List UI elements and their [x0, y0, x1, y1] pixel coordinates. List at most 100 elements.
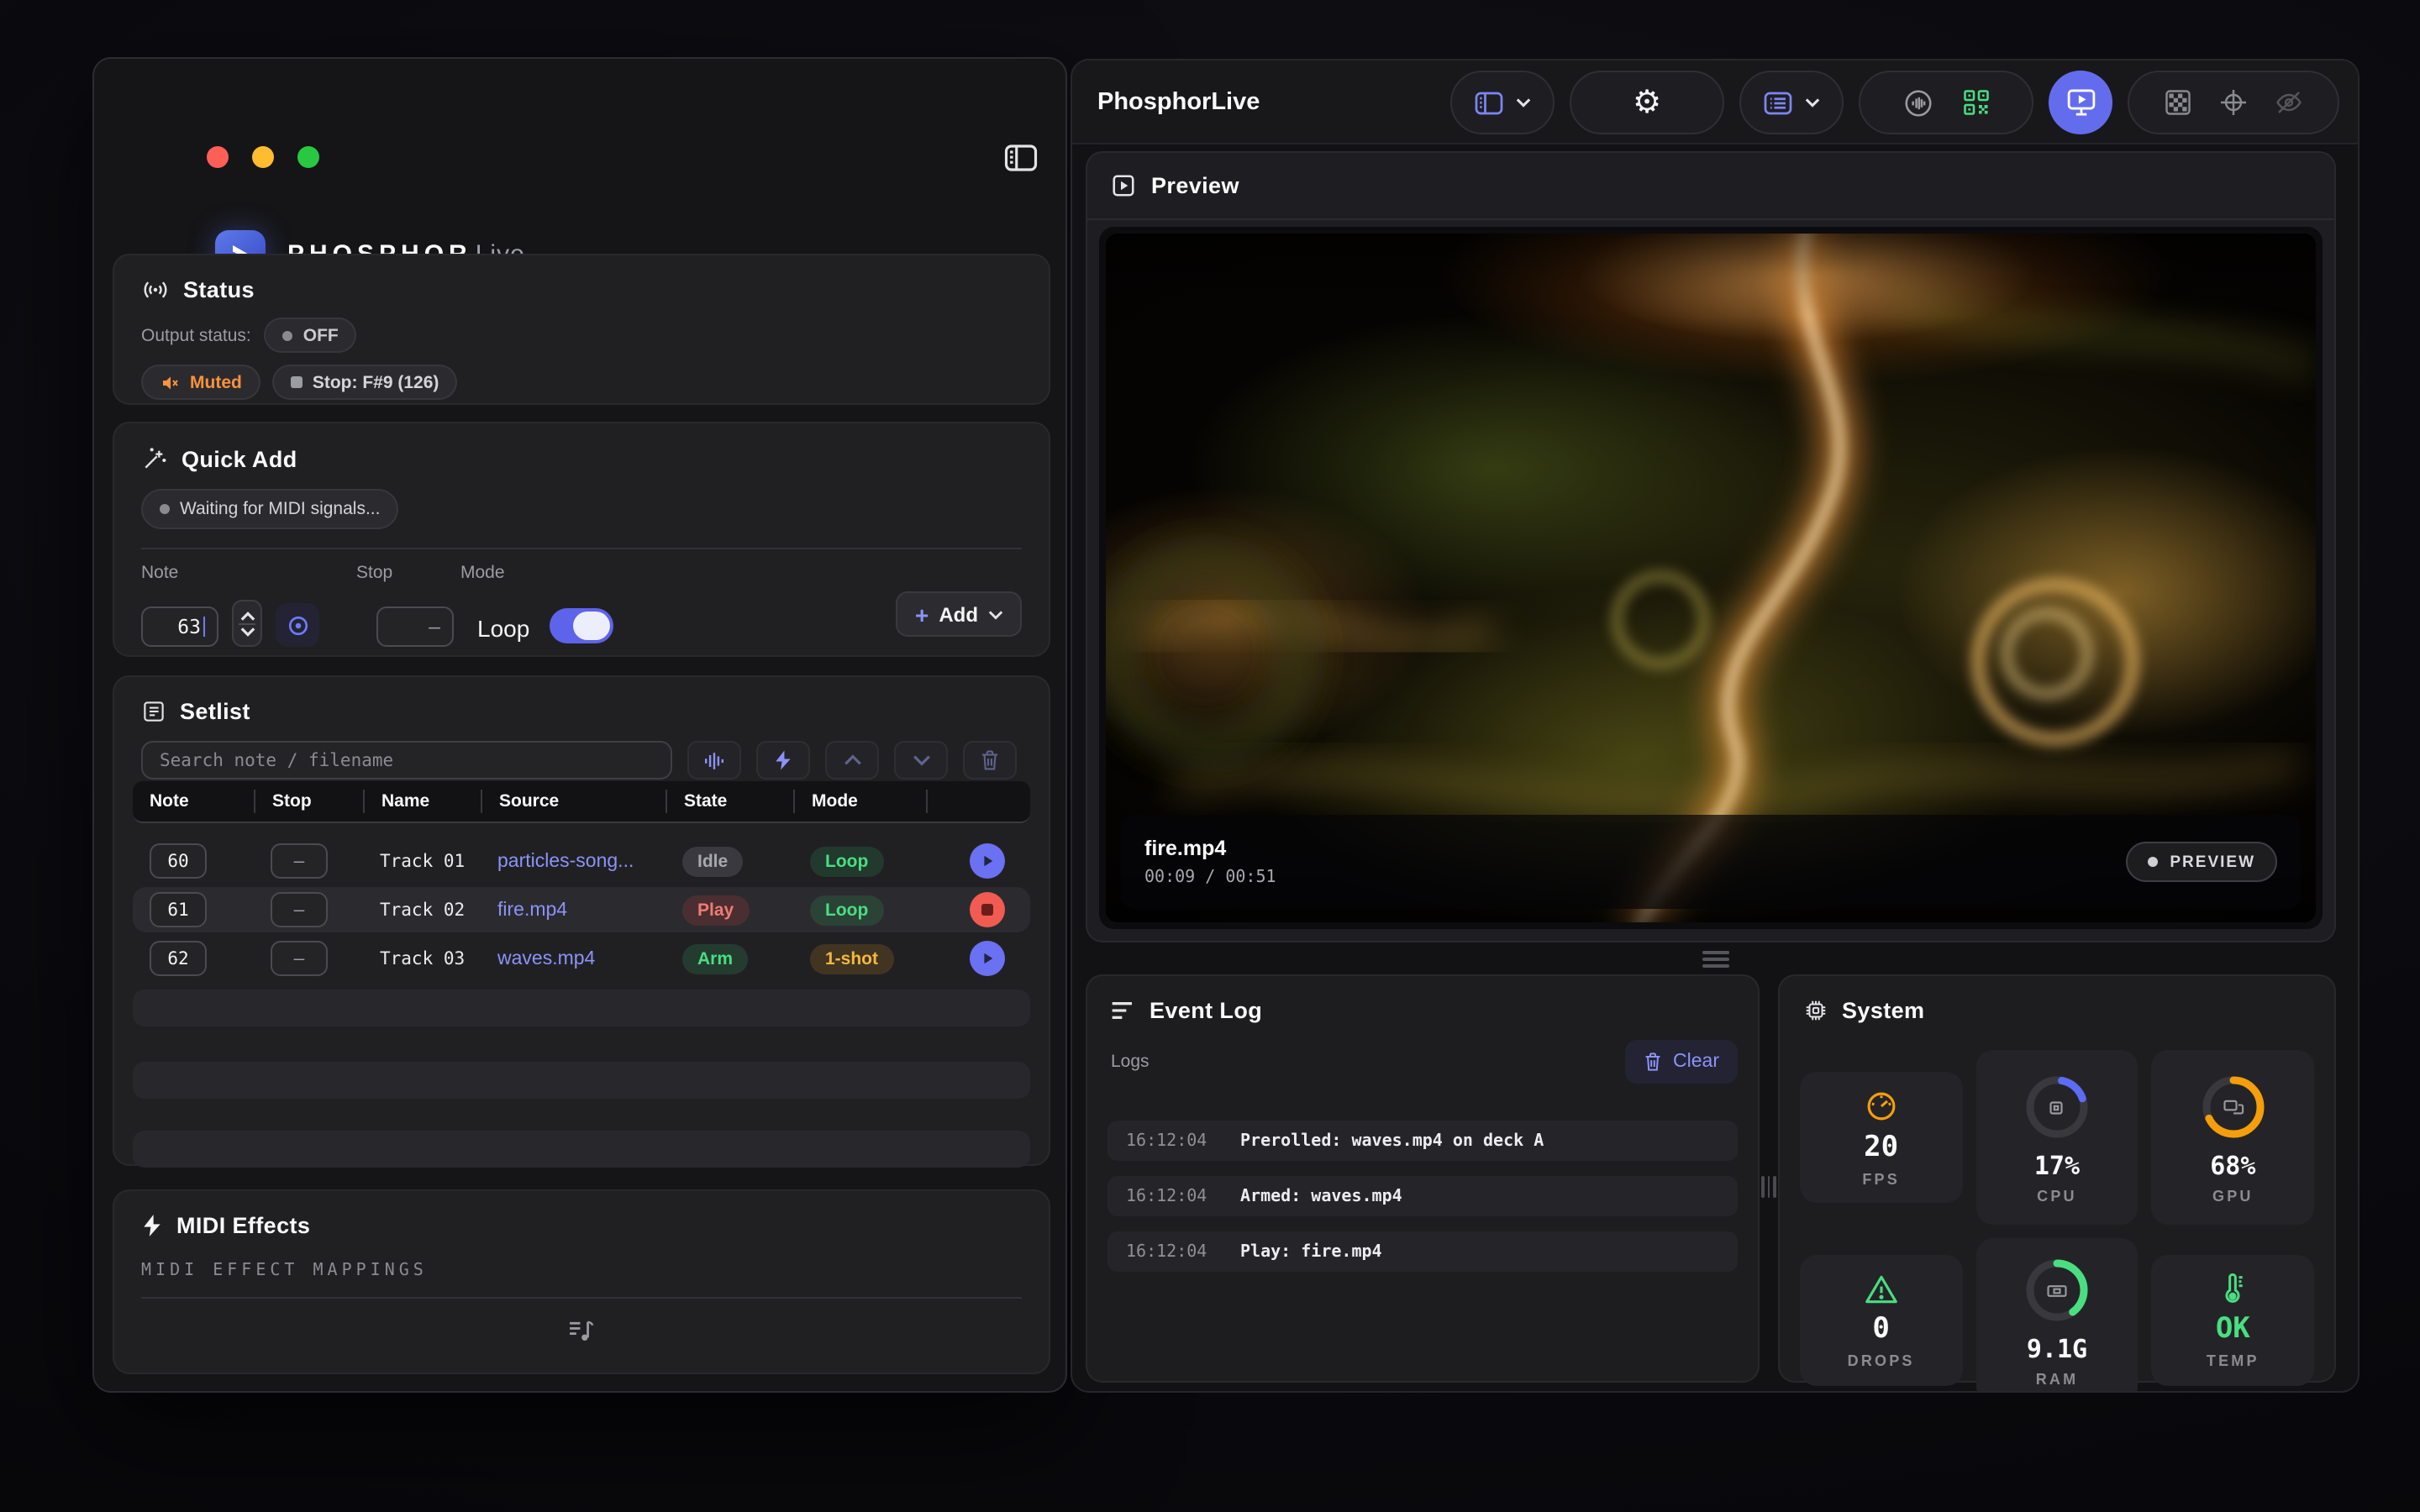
row-source-link[interactable]: waves.mp4 — [497, 948, 595, 969]
setlist-title: Setlist — [180, 699, 250, 724]
waveform-button[interactable] — [687, 741, 741, 780]
muted-badge: Muted — [141, 365, 260, 400]
app-title: PhosphorLive — [1097, 60, 1260, 144]
add-button[interactable]: + Add — [897, 591, 1022, 637]
move-down-button[interactable] — [894, 741, 948, 780]
empty-slot — [133, 1062, 1030, 1099]
clear-button-label: Clear — [1673, 1052, 1719, 1072]
log-time: 16:12:04 — [1126, 1242, 1240, 1261]
window-traffic-lights — [207, 146, 319, 168]
row-source-link[interactable]: particles-song... — [497, 851, 634, 871]
stat-tile-gpu: 68% GPU — [2152, 1050, 2314, 1225]
display-options-group — [2128, 71, 2339, 134]
chevron-down-icon — [1516, 97, 1531, 108]
clear-logs-button[interactable]: Clear — [1624, 1040, 1738, 1084]
video-surface[interactable]: fire.mp4 00:09 / 00:51 PREVIEW — [1106, 234, 2316, 922]
note-field-label: Note — [141, 563, 269, 583]
toolbar: ⚙ — [1450, 71, 2339, 134]
eye-off-icon — [2274, 87, 2304, 118]
setlist-row[interactable]: 60 – Track 01 particles-song... Idle Loo… — [133, 838, 1030, 884]
divider — [141, 548, 1022, 549]
trash-icon — [1643, 1052, 1661, 1072]
midi-learn-button[interactable] — [276, 603, 319, 647]
stat-tile-ram: 9.1G RAM — [1975, 1238, 2138, 1393]
crosshair-button[interactable] — [2218, 87, 2249, 118]
stat-value: 9.1G — [2027, 1334, 2087, 1364]
monitor-group — [1859, 71, 2033, 134]
crosshair-icon — [2218, 87, 2249, 118]
event-log-panel: Event Log Logs Clear 16:12:04 Prerolled:… — [1086, 974, 1760, 1383]
row-note-button[interactable]: 62 — [150, 941, 207, 976]
close-button[interactable] — [207, 146, 229, 168]
setlist-row[interactable]: 62 – Track 03 waves.mp4 Arm 1-shot — [133, 936, 1030, 981]
sidebar-toggle-icon[interactable] — [1003, 143, 1039, 173]
titlebar: PhosphorLive ⚙ — [1072, 60, 2358, 144]
loop-mode-toggle[interactable] — [550, 608, 613, 643]
horizontal-resize-handle[interactable] — [1702, 951, 1728, 967]
row-note-button[interactable]: 61 — [150, 892, 207, 927]
system-panel: System 20 FPS — [1778, 974, 2336, 1383]
log-time: 16:12:04 — [1126, 1131, 1240, 1150]
row-stop-button[interactable]: – — [271, 892, 328, 927]
plus-icon: + — [915, 602, 929, 626]
settings-button[interactable]: ⚙ — [1570, 71, 1724, 134]
column-source: Source — [481, 790, 666, 813]
row-stop-playback-button[interactable] — [969, 892, 1004, 927]
play-icon — [979, 853, 994, 869]
video-frame: fire.mp4 00:09 / 00:51 PREVIEW — [1099, 227, 2323, 929]
midi-effects-card: MIDI Effects MIDI EFFECT MAPPINGS — [113, 1189, 1050, 1374]
mode-badge: Loop — [810, 846, 883, 876]
stop-input-value: – — [429, 615, 440, 638]
note-stepper[interactable] — [232, 600, 262, 647]
row-play-button[interactable] — [969, 941, 1004, 976]
audio-monitor-button[interactable] — [1902, 87, 1933, 118]
move-up-button[interactable] — [825, 741, 879, 780]
video-filename: fire.mp4 — [1144, 837, 1276, 860]
scenes-menu-button[interactable] — [1739, 71, 1844, 134]
stat-tile-temp: OK TEMP — [2152, 1255, 2314, 1386]
chevron-down-icon — [1805, 97, 1820, 108]
column-stop: Stop — [254, 790, 363, 813]
speaker-muted-icon — [160, 372, 180, 392]
cpu-chip-icon — [1803, 998, 1828, 1023]
row-play-button[interactable] — [969, 843, 1004, 879]
search-input[interactable] — [141, 741, 672, 780]
blackout-button[interactable] — [2274, 87, 2304, 118]
stop-input[interactable]: – — [376, 606, 454, 647]
stat-value: OK — [2216, 1312, 2250, 1346]
setlist-row-active[interactable]: 61 – Track 02 fire.mp4 Play Loop — [133, 887, 1030, 932]
state-badge: Arm — [682, 943, 748, 974]
layout-menu-button[interactable] — [1450, 71, 1555, 134]
monitor-play-icon — [2065, 87, 2096, 118]
state-badge: Play — [682, 895, 749, 925]
row-stop-button[interactable]: – — [271, 941, 328, 976]
qr-code-button[interactable] — [1960, 87, 1991, 118]
mode-badge: Loop — [810, 895, 883, 925]
stat-tile-drops: 0 DROPS — [1800, 1255, 1962, 1386]
delete-button[interactable] — [963, 741, 1017, 780]
audio-circle-icon — [1902, 87, 1933, 118]
vertical-resize-handle[interactable] — [1761, 1176, 1776, 1198]
chevron-down-icon — [988, 609, 1003, 619]
row-stop-button[interactable]: – — [271, 843, 328, 879]
row-source-link[interactable]: fire.mp4 — [497, 900, 567, 920]
note-input[interactable]: 63 — [141, 606, 218, 647]
desktop: PHOSPHORLive Status Output status: OFF — [0, 0, 2420, 1512]
mode-badge: 1-shot — [810, 943, 893, 974]
row-note-button[interactable]: 60 — [150, 843, 207, 879]
minimize-button[interactable] — [252, 146, 274, 168]
log-message: Armed: waves.mp4 — [1240, 1187, 1402, 1205]
zoom-button[interactable] — [297, 146, 319, 168]
music-queue-icon — [567, 1315, 596, 1344]
stepper-down-icon — [239, 626, 255, 636]
lightning-icon — [141, 1213, 163, 1238]
text-caret — [203, 617, 205, 637]
video-info-bar: fire.mp4 00:09 / 00:51 PREVIEW — [1121, 815, 2301, 909]
midi-waiting-label: Waiting for MIDI signals... — [180, 499, 380, 519]
logs-label: Logs — [1111, 1052, 1150, 1072]
program-preview-button[interactable] — [2049, 71, 2112, 134]
chevron-up-icon — [843, 754, 861, 766]
checkerboard-button[interactable] — [2163, 87, 2193, 118]
trigger-all-button[interactable] — [756, 741, 810, 780]
log-time: 16:12:04 — [1126, 1187, 1240, 1205]
